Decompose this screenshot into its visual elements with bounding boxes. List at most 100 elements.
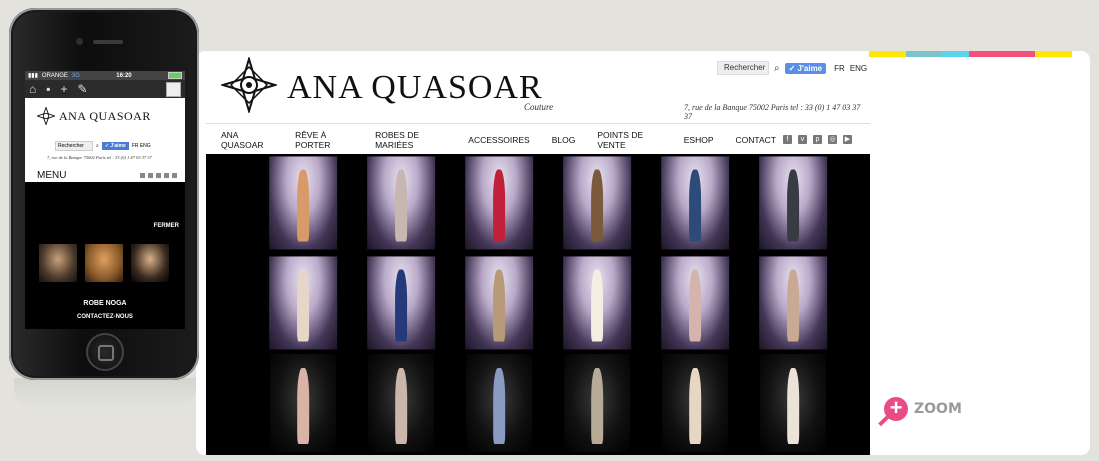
color-bar-segment [869,51,906,57]
gallery-thumbnail[interactable] [354,154,448,251]
nav-item-robes-de-mariees[interactable]: ROBES DE MARIÉES [360,130,446,150]
model-figure [395,367,407,445]
model-figure [394,268,408,342]
site-logo[interactable]: ANA QUASOAR [221,57,543,113]
search-input[interactable]: Rechercher [717,61,769,75]
like-label: J'aime [797,63,823,73]
instagram-icon[interactable]: ◎ [828,135,837,144]
model-figure [689,367,701,445]
gallery-thumbnail[interactable] [354,354,448,452]
carrier-label: ORANGE [41,72,68,79]
phone-product-title: ROBE NOGA [83,300,127,307]
brand-emblem-icon [221,57,277,113]
nav-item-reve-a-porter[interactable]: RÊVE À PORTER [280,130,353,150]
model-figure [786,268,800,342]
phone-thumbnails [39,244,169,282]
phone-time: 16:20 [116,72,132,79]
store-address: 7, rue de la Banque 75002 Paris tel : 33… [684,103,861,121]
model-figure [296,268,310,342]
gallery-thumbnail[interactable] [648,254,742,351]
gallery-thumbnail[interactable] [452,254,546,351]
youtube-icon[interactable] [172,172,177,178]
zoom-label: ZOOM [914,401,962,417]
brand-name: ANA QUASOAR [287,69,543,106]
pencil-icon[interactable]: ✎ [78,82,88,96]
phone-address: 7, rue de la Banque 75002 Paris tel : 33… [47,155,152,160]
phone-menu-bar[interactable]: MENU [25,168,185,182]
nav-item-ana-quasoar[interactable]: ANA QUASOAR [206,130,273,150]
color-bar-segment [906,51,941,57]
brand-emblem-icon [37,107,55,125]
like-button[interactable]: ✓ J'aime [784,62,827,74]
gallery-thumbnail[interactable] [452,354,546,452]
lang-fr[interactable]: FR [834,64,845,73]
phone-lang-switch[interactable]: FR ENG [132,143,151,149]
nav-item-eshop[interactable]: ESHOP [669,135,714,145]
model-figure [297,367,309,445]
pinterest-icon[interactable] [156,172,161,178]
phone-like-button[interactable]: ✓ J'aime [101,142,129,150]
vimeo-icon[interactable]: v [798,135,807,144]
phone-reflection [14,378,196,408]
phone-home-button [86,333,124,371]
nav-item-blog[interactable]: BLOG [537,135,576,145]
brand-couture: Couture [524,102,554,112]
main-nav: ANA QUASOAR RÊVE À PORTER ROBES DE MARIÉ… [206,123,870,155]
model-figure [688,168,702,242]
facebook-icon[interactable] [140,172,145,178]
lang-eng[interactable]: ENG [850,64,867,73]
comment-icon[interactable]: ▪ [46,82,50,96]
nav-item-contact[interactable]: CONTACT [721,135,776,145]
gallery-thumbnail[interactable] [550,154,644,251]
gallery-thumbnail[interactable] [354,254,448,351]
color-bar-segment [969,51,1004,57]
gallery-thumbnail[interactable] [550,354,644,452]
battery-icon [168,72,182,79]
vimeo-icon[interactable] [148,172,153,178]
gallery-thumbnail[interactable] [550,254,644,351]
phone-thumbnail[interactable] [131,244,169,282]
phone-thumbnail[interactable] [39,244,77,282]
gallery-thumbnail[interactable] [746,354,840,452]
pinterest-icon[interactable]: p [813,135,822,144]
search-icon[interactable]: ⌕ [774,63,780,74]
phone-search: Rechercher ⌕ ✓ J'aime FR ENG [55,141,151,151]
phone-status-bar: ▮▮▮ ORANGE 3G 16:20 [25,71,185,80]
header-search: Rechercher ⌕ ✓ J'aime FR ENG [717,61,867,75]
gallery-thumbnail[interactable] [746,154,840,251]
avatar[interactable] [166,81,181,97]
phone-thumbnail[interactable] [85,244,123,282]
model-figure [591,367,603,445]
gallery-thumbnail[interactable] [648,154,742,251]
nav-item-accessoires[interactable]: ACCESSOIRES [453,135,529,145]
network-label: 3G [71,72,80,79]
model-figure [493,367,505,445]
gallery-thumbnail[interactable] [452,154,546,251]
phone-brand-name: ANA QUASOAR [59,108,151,123]
color-bar-segment [941,51,969,57]
plus-icon[interactable]: + [61,82,68,96]
phone-close-button[interactable]: FERMER [154,223,179,229]
gallery-thumbnail[interactable] [746,254,840,351]
facebook-icon[interactable]: f [783,135,792,144]
color-bar-segment [1035,51,1072,57]
phone-search-input[interactable]: Rechercher [55,141,93,151]
phone-contact-link[interactable]: CONTACTEZ-NOUS [25,314,185,320]
gallery-thumbnail[interactable] [256,154,350,251]
model-figure [590,168,604,242]
youtube-icon[interactable]: ▶ [843,135,852,144]
home-icon[interactable]: ⌂ [29,82,36,96]
runway-gallery [206,154,870,455]
search-icon[interactable]: ⌕ [96,143,99,149]
phone-logo[interactable]: ANA QUASOAR [37,107,151,125]
phone-camera [76,38,83,45]
model-figure [492,268,506,342]
zoom-button[interactable]: + ZOOM [878,397,962,427]
nav-item-points-de-vente[interactable]: POINTS DE VENTE [582,130,661,150]
instagram-icon[interactable] [164,172,169,178]
phone-menu-label[interactable]: MENU [37,170,137,181]
gallery-thumbnail[interactable] [256,254,350,351]
model-figure [786,168,800,242]
gallery-thumbnail[interactable] [648,354,742,452]
gallery-thumbnail[interactable] [256,354,350,452]
